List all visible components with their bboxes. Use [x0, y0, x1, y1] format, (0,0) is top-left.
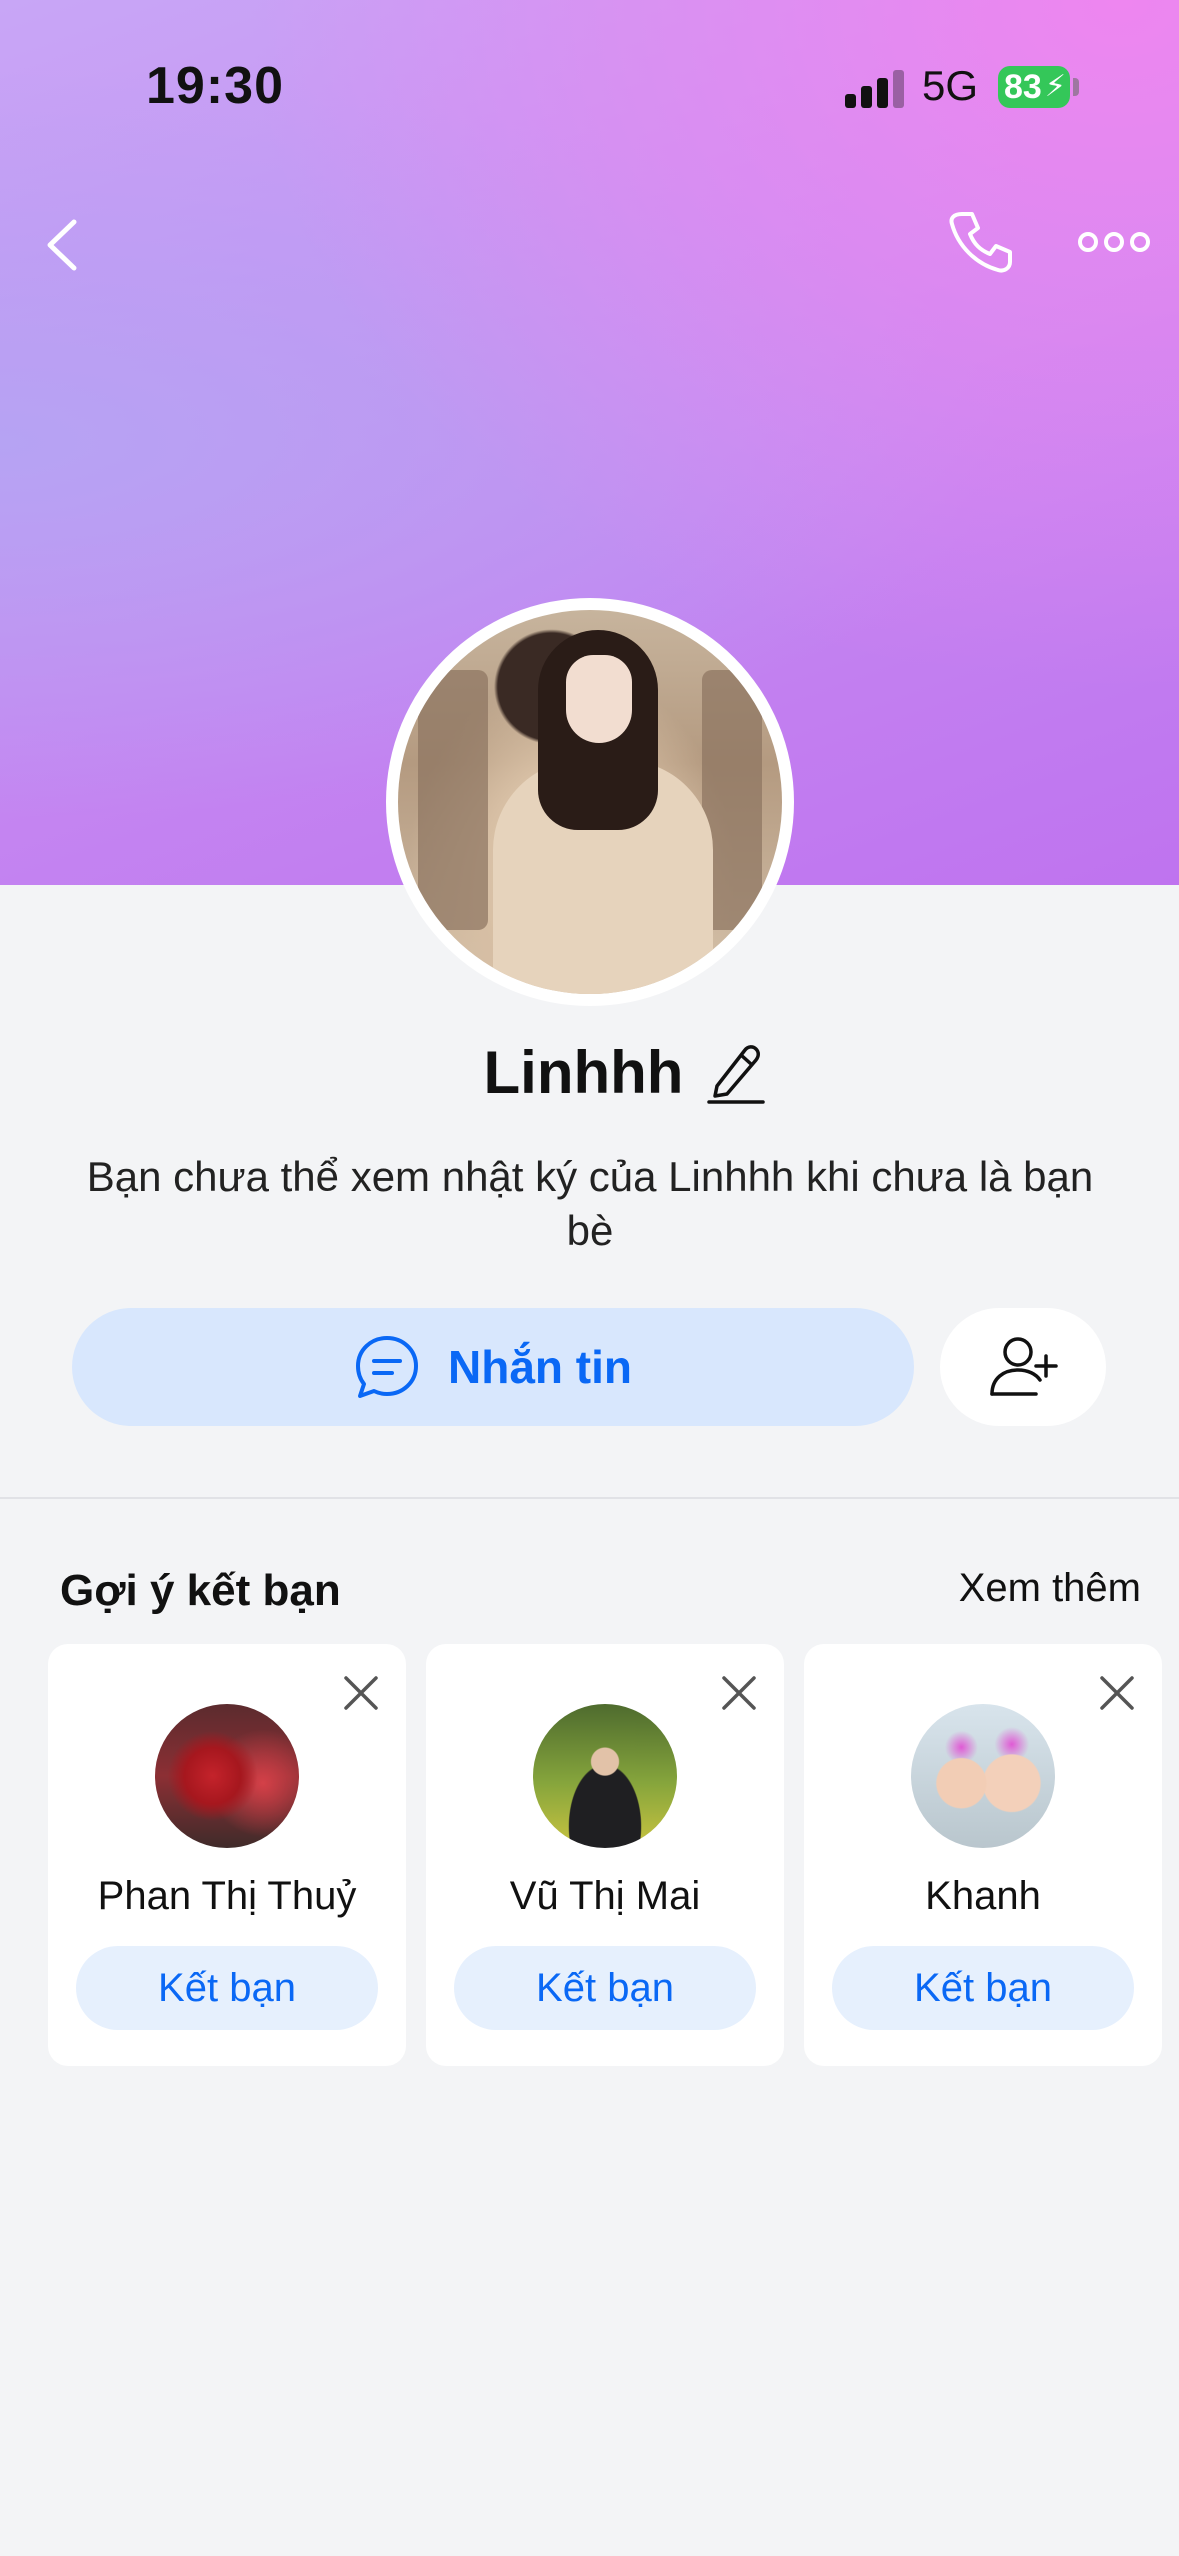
- signal-icon: [845, 68, 905, 108]
- battery-indicator: 83 ⚡: [998, 66, 1070, 108]
- profile-name-row: Linhhh: [0, 1038, 1179, 1107]
- chat-bubble-icon: [356, 1336, 418, 1398]
- suggestion-card: Phan Thị Thuỷ Kết bạn: [48, 1644, 406, 2066]
- suggestion-name: Phan Thị Thuỷ: [97, 1874, 357, 1918]
- send-message-label: Nhắn tin: [448, 1341, 632, 1393]
- add-friend-button[interactable]: [940, 1308, 1106, 1426]
- profile-name: Linhhh: [483, 1039, 684, 1106]
- back-icon[interactable]: [38, 212, 88, 278]
- charging-icon: ⚡: [1044, 70, 1066, 103]
- avatar[interactable]: [911, 1704, 1055, 1848]
- send-message-button[interactable]: Nhắn tin: [72, 1308, 914, 1426]
- avatar[interactable]: [533, 1704, 677, 1848]
- phone-icon[interactable]: [944, 206, 1016, 278]
- more-icon[interactable]: [1078, 224, 1150, 260]
- friendship-notice: Bạn chưa thể xem nhật ký của Linhhh khi …: [86, 1153, 1094, 1254]
- add-friend-suggestion-button[interactable]: Kết bạn: [76, 1946, 378, 2030]
- close-icon[interactable]: [720, 1674, 758, 1712]
- profile-avatar[interactable]: [386, 598, 794, 1006]
- add-friend-suggestion-button[interactable]: Kết bạn: [454, 1946, 756, 2030]
- close-icon[interactable]: [1098, 1674, 1136, 1712]
- suggestion-name: Vũ Thị Mai: [509, 1874, 701, 1918]
- section-divider: [0, 1497, 1179, 1499]
- battery-tip: [1073, 78, 1079, 96]
- battery-level: 83: [1004, 68, 1042, 106]
- see-more-link[interactable]: Xem thêm: [959, 1566, 1141, 1611]
- add-friend-suggestion-button[interactable]: Kết bạn: [832, 1946, 1134, 2030]
- edit-name-icon[interactable]: [707, 1042, 766, 1104]
- suggestion-card: Vũ Thị Mai Kết bạn: [426, 1644, 784, 2066]
- suggestion-card: Khanh Kết bạn: [804, 1644, 1162, 2066]
- close-icon[interactable]: [342, 1674, 380, 1712]
- add-friend-icon: [990, 1337, 1058, 1396]
- avatar-photo: [398, 610, 782, 994]
- status-time: 19:30: [146, 57, 284, 115]
- suggestions-title: Gợi ý kết bạn: [60, 1566, 341, 1615]
- suggestion-name: Khanh: [925, 1874, 1041, 1918]
- avatar[interactable]: [155, 1704, 299, 1848]
- network-type: 5G: [922, 62, 979, 109]
